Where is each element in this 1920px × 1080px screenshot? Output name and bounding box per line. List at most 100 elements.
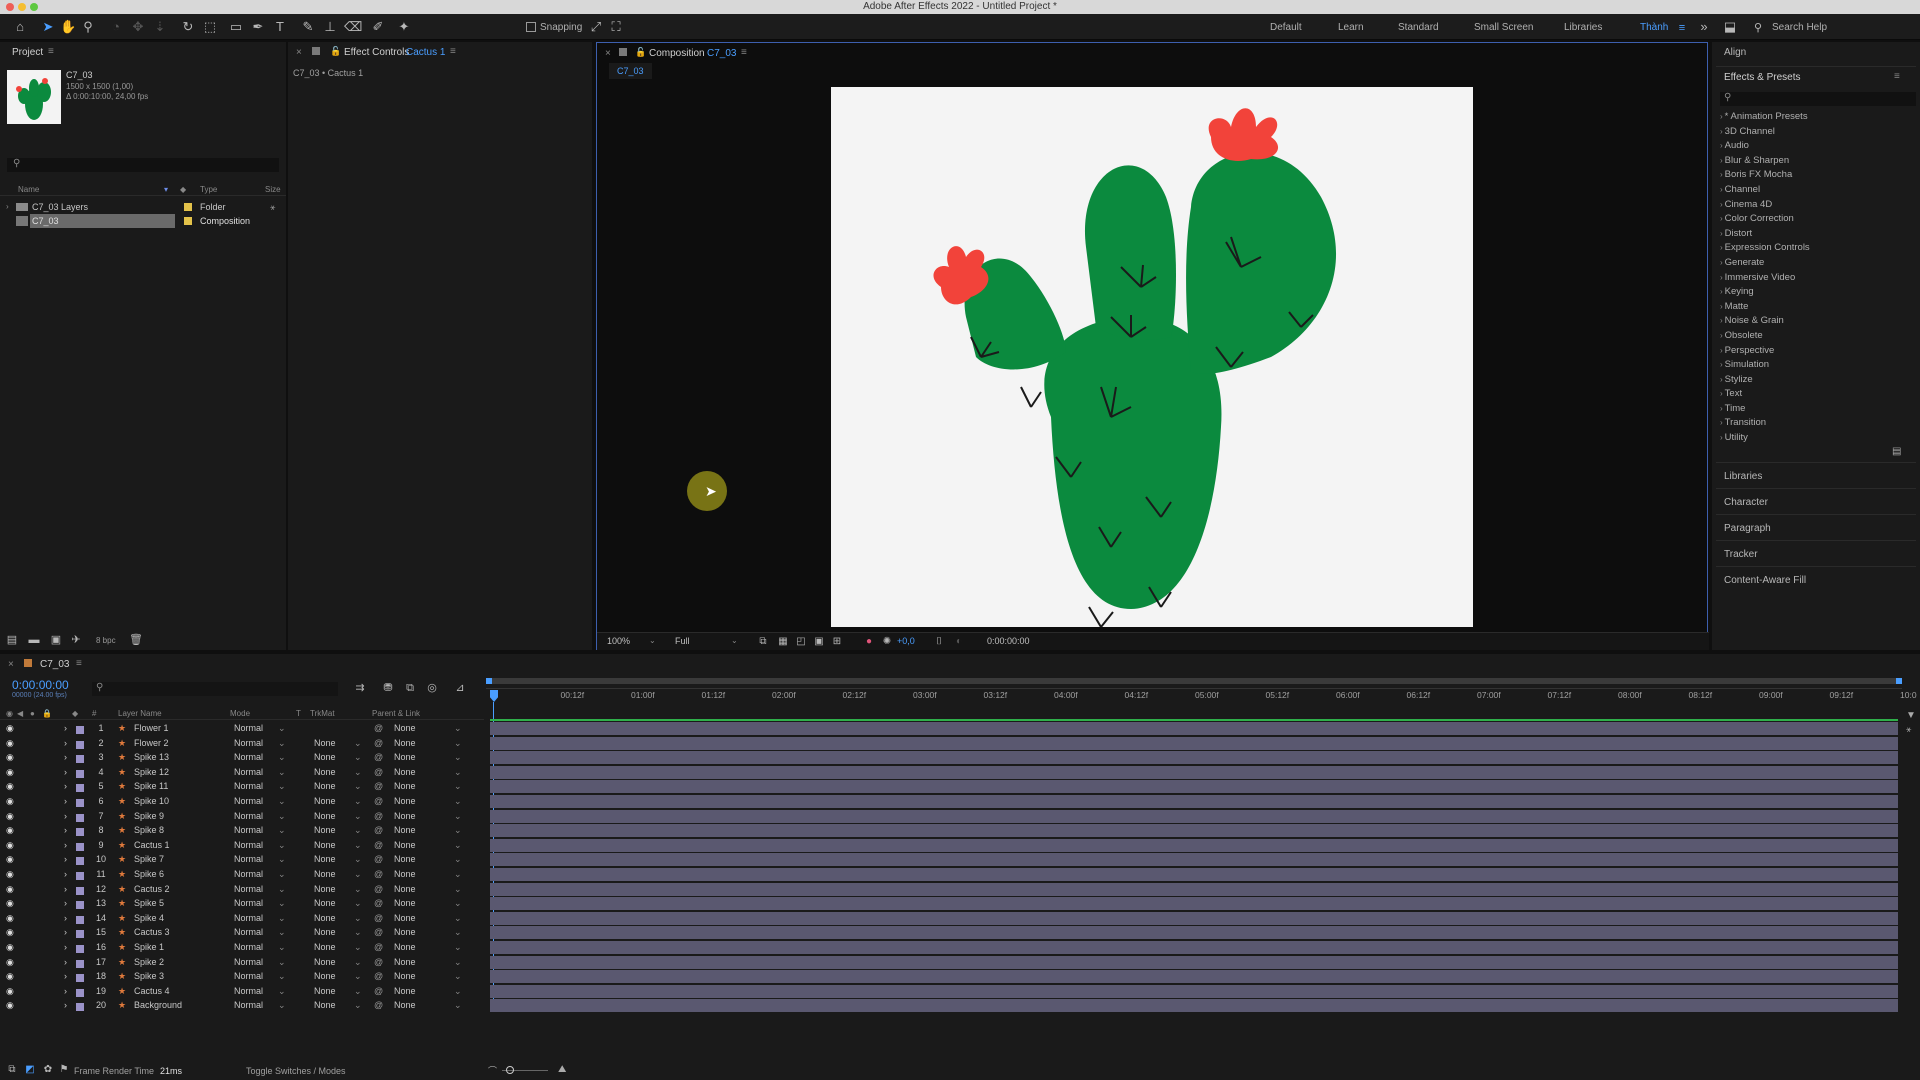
expand-chevron-icon[interactable]: › (64, 838, 67, 852)
workspace-active[interactable]: Thành (1640, 22, 1668, 33)
layer-row[interactable]: ◉ › 11 ★ Spike 6 Normal ⌄ None ⌄ @ None ⌄ (0, 867, 484, 881)
region-of-interest-icon[interactable]: ▣ (811, 634, 827, 650)
new-preset-icon[interactable]: ▤ (1892, 446, 1901, 457)
mode-column-header[interactable]: Mode (230, 708, 250, 720)
blend-mode-dropdown[interactable]: Normal (234, 940, 263, 954)
pick-whip-icon[interactable]: @ (374, 882, 383, 896)
chevron-down-icon[interactable]: ⌄ (454, 925, 462, 939)
parent-dropdown[interactable]: None (394, 955, 416, 969)
effect-category[interactable]: › Perspective (1716, 344, 1916, 359)
effect-category[interactable]: › Blur & Sharpen (1716, 154, 1916, 169)
show-snapshot-icon[interactable]: ◐ (951, 634, 967, 650)
parent-dropdown[interactable]: None (394, 911, 416, 925)
layer-name[interactable]: Flower 1 (134, 721, 169, 735)
eye-icon[interactable]: ◉ (6, 779, 14, 793)
expand-chevron-icon[interactable]: › (64, 882, 67, 896)
chevron-down-icon[interactable]: ⌄ (454, 998, 462, 1012)
effect-category[interactable]: › Utility (1716, 431, 1916, 446)
trkmat-dropdown[interactable]: None (314, 925, 336, 939)
anchor-tool-icon[interactable]: ⬚ (202, 19, 218, 35)
sort-chevron-icon[interactable]: ▾ (164, 184, 168, 196)
layer-name[interactable]: Spike 4 (134, 911, 164, 925)
panel-menu-icon[interactable]: ≡ (76, 658, 82, 669)
effect-category[interactable]: › * Animation Presets (1716, 110, 1916, 125)
blend-mode-dropdown[interactable]: Normal (234, 721, 263, 735)
toggle-render-time-icon[interactable]: ⚑ (56, 1062, 72, 1078)
parent-dropdown[interactable]: None (394, 779, 416, 793)
expand-chevron-icon[interactable]: › (64, 925, 67, 939)
workspace-learn[interactable]: Learn (1338, 22, 1364, 33)
layer-name[interactable]: Spike 12 (134, 765, 169, 779)
pick-whip-icon[interactable]: @ (374, 721, 383, 735)
layer-duration-bar[interactable] (490, 765, 1898, 779)
layer-name[interactable]: Spike 8 (134, 823, 164, 837)
type-column-header[interactable]: Type (200, 184, 217, 196)
character-panel[interactable]: Character (1724, 497, 1768, 508)
home-icon[interactable]: ⌂ (12, 19, 28, 35)
effect-category[interactable]: › Simulation (1716, 358, 1916, 373)
blend-mode-dropdown[interactable]: Normal (234, 998, 263, 1012)
layer-name[interactable]: Spike 3 (134, 969, 164, 983)
blend-mode-dropdown[interactable]: Normal (234, 823, 263, 837)
pen-tool-icon[interactable]: ✒ (250, 19, 266, 35)
layer-duration-bar[interactable] (490, 955, 1898, 969)
eye-icon[interactable]: ◉ (6, 750, 14, 764)
close-tab-icon[interactable]: × (605, 48, 611, 59)
eye-icon[interactable]: ◉ (6, 867, 14, 881)
parent-dropdown[interactable]: None (394, 736, 416, 750)
effect-category[interactable]: › Text (1716, 387, 1916, 402)
expand-chevron-icon[interactable]: › (64, 794, 67, 808)
parent-dropdown[interactable]: None (394, 721, 416, 735)
layer-row[interactable]: ◉ › 14 ★ Spike 4 Normal ⌄ None ⌄ @ None ⌄ (0, 911, 484, 925)
layer-row[interactable]: ◉ › 1 ★ Flower 1 Normal ⌄ @ None ⌄ (0, 721, 484, 735)
layer-row[interactable]: ◉ › 7 ★ Spike 9 Normal ⌄ None ⌄ @ None ⌄ (0, 809, 484, 823)
trkmat-dropdown[interactable]: None (314, 984, 336, 998)
parent-dropdown[interactable]: None (394, 765, 416, 779)
parent-dropdown[interactable]: None (394, 940, 416, 954)
parent-dropdown[interactable]: None (394, 998, 416, 1012)
trkmat-dropdown[interactable]: None (314, 736, 336, 750)
chevron-down-icon[interactable]: ⌄ (454, 794, 462, 808)
chevron-down-icon[interactable]: ⌄ (278, 852, 286, 866)
chevron-down-icon[interactable]: ⌄ (454, 969, 462, 983)
graph-editor-icon[interactable]: ⊿ (452, 680, 468, 696)
layer-name[interactable]: Cactus 2 (134, 882, 170, 896)
pick-whip-icon[interactable]: @ (374, 823, 383, 837)
layer-duration-bar[interactable] (490, 882, 1898, 896)
eye-icon[interactable]: ◉ (6, 925, 14, 939)
layer-name[interactable]: Cactus 4 (134, 984, 170, 998)
layer-name[interactable]: Flower 2 (134, 736, 169, 750)
project-item-folder[interactable]: › C7_03 Layers Folder ⚹ (0, 200, 286, 214)
layer-duration-bar[interactable] (490, 809, 1898, 823)
expand-chevron-icon[interactable]: › (64, 750, 67, 764)
workspace-small-screen[interactable]: Small Screen (1474, 22, 1533, 33)
trkmat-dropdown[interactable]: None (314, 852, 336, 866)
layer-duration-bar[interactable] (490, 926, 1898, 940)
trkmat-dropdown[interactable]: None (314, 998, 336, 1012)
layer-row[interactable]: ◉ › 19 ★ Cactus 4 Normal ⌄ None ⌄ @ None ⌄ (0, 984, 484, 998)
parent-dropdown[interactable]: None (394, 969, 416, 983)
composition-tab-name[interactable]: C7_03 (707, 48, 736, 59)
chevron-down-icon[interactable]: ⌄ (278, 882, 286, 896)
chevron-down-icon[interactable]: ⌄ (454, 721, 462, 735)
effect-category[interactable]: › Immersive Video (1716, 271, 1916, 286)
dolly-tool-icon[interactable]: ⇣ (152, 19, 168, 35)
effect-category[interactable]: › Keying (1716, 285, 1916, 300)
comp-button-icon[interactable]: ⚹ (1906, 724, 1911, 735)
shy-layers-icon[interactable]: ⧉ (402, 680, 418, 696)
label-color-swatch[interactable] (76, 1001, 84, 1015)
layer-duration-bar[interactable] (490, 824, 1898, 838)
workspace-menu-icon[interactable]: ≡ (1674, 20, 1690, 36)
layer-name[interactable]: Spike 6 (134, 867, 164, 881)
chevron-down-icon[interactable]: ⌄ (278, 809, 286, 823)
chevron-down-icon[interactable]: ⌄ (454, 882, 462, 896)
blend-mode-dropdown[interactable]: Normal (234, 867, 263, 881)
layer-row[interactable]: ◉ › 3 ★ Spike 13 Normal ⌄ None ⌄ @ None ⌄ (0, 750, 484, 764)
transparency-grid-icon[interactable]: ▦ (775, 634, 791, 650)
grid-guides-icon[interactable]: ⊞ (829, 634, 845, 650)
flowchart-icon[interactable]: ⚹ (270, 200, 275, 214)
parent-dropdown[interactable]: None (394, 838, 416, 852)
comp-flowchart-icon[interactable]: ⇉ (352, 680, 368, 696)
exposure-value[interactable]: +0,0 (897, 636, 915, 646)
panel-lock-icon[interactable] (619, 48, 627, 56)
